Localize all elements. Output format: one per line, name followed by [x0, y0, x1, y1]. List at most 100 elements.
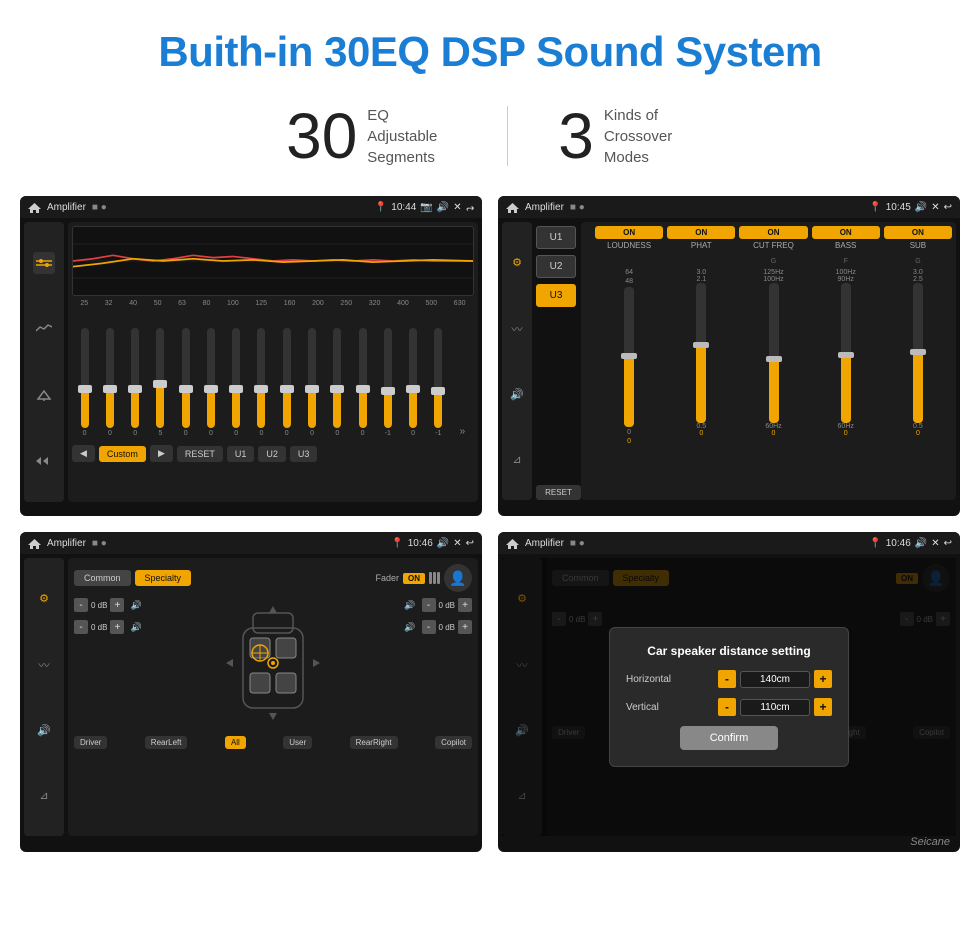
eq-slider-6[interactable]: 0 [232, 328, 240, 437]
eq-slider-4[interactable]: 0 [182, 328, 190, 437]
db-val-4: 0 dB [439, 623, 455, 632]
user-avatar-btn[interactable]: 👤 [444, 564, 472, 592]
fader-icon-4[interactable]: ⊿ [39, 789, 48, 802]
back-icon-3: ↩ [466, 538, 474, 549]
tab-buttons: Common Specialty [74, 570, 191, 586]
tab-specialty-btn[interactable]: Specialty [135, 570, 192, 586]
db-plus-4[interactable]: + [458, 620, 472, 634]
vertical-minus[interactable]: - [718, 698, 736, 716]
eq-slider-11[interactable]: 0 [359, 328, 367, 437]
tab-common-btn[interactable]: Common [74, 570, 131, 586]
fader-bars [429, 572, 440, 584]
db-minus-4[interactable]: - [422, 620, 436, 634]
custom-btn[interactable]: Custom [99, 446, 146, 462]
play-btn[interactable]: ▶ [150, 445, 173, 462]
prev-btn[interactable]: ◀ [72, 445, 95, 462]
freq-40: 40 [129, 300, 137, 307]
eq-slider-9[interactable]: 0 [308, 328, 316, 437]
horizontal-plus[interactable]: + [814, 670, 832, 688]
driver-btn[interactable]: Driver [74, 736, 107, 749]
db-plus-1[interactable]: + [110, 598, 124, 612]
cutfreq-toggle[interactable]: ON [739, 226, 807, 239]
eq-slider-7[interactable]: 0 [257, 328, 265, 437]
screen-distance: Amplifier ■ ● 📍 10:46 🔊 ✕ ↩ ⚙ 〰 🔊 ⊿ [498, 532, 960, 852]
vertical-plus[interactable]: + [814, 698, 832, 716]
eq-slider-2[interactable]: 0 [131, 328, 139, 437]
eq-slider-13[interactable]: 0 [409, 328, 417, 437]
loudness-slider[interactable] [624, 287, 634, 427]
cross-icon-2[interactable]: 〰 [512, 321, 523, 337]
eq-graph [72, 226, 474, 296]
home-icon-3 [28, 538, 41, 549]
db-plus-2[interactable]: + [110, 620, 124, 634]
loudness-toggle[interactable]: ON [595, 226, 663, 239]
bass-col: ON BASS [812, 226, 880, 254]
phat-slider[interactable] [696, 283, 706, 423]
eq-slider-1[interactable]: 0 [106, 328, 114, 437]
all-btn[interactable]: All [225, 736, 246, 749]
eq-slider-0[interactable]: 0 [81, 328, 89, 437]
cross-channels: ON LOUDNESS ON PHAT ON CUT FREQ ON BASS [581, 222, 956, 500]
back-icon-2: ↩ [944, 202, 952, 213]
eq-sidebar-icon-2[interactable] [33, 318, 55, 340]
cross-icon-3[interactable]: 🔊 [510, 388, 524, 401]
db-ctrl-4: 🔊 - 0 dB + [404, 620, 472, 634]
copilot-btn[interactable]: Copilot [435, 736, 472, 749]
loc-icon-2: 📍 [869, 202, 881, 213]
eq-slider-5[interactable]: 0 [207, 328, 215, 437]
db-ctrl-1: - 0 dB + 🔊 [74, 598, 142, 612]
u2-cross-btn[interactable]: U2 [536, 255, 576, 278]
confirm-button[interactable]: Confirm [680, 726, 779, 750]
db-plus-3[interactable]: + [458, 598, 472, 612]
eq-slider-14[interactable]: -1 [434, 328, 442, 437]
db-minus-1[interactable]: - [74, 598, 88, 612]
vol-icon-2: 🔊 [915, 202, 927, 213]
eq-slider-10[interactable]: 0 [333, 328, 341, 437]
bass-slider[interactable] [841, 283, 851, 423]
phat-toggle[interactable]: ON [667, 226, 735, 239]
eq-slider-8[interactable]: 0 [283, 328, 291, 437]
freq-50: 50 [154, 300, 162, 307]
fader-icon-2[interactable]: 〰 [39, 657, 50, 673]
cutfreq-slider[interactable] [769, 283, 779, 423]
fader-icon-1[interactable]: ⚙ [39, 592, 49, 605]
freq-125: 125 [255, 300, 267, 307]
eq-bottom-bar: ◀ Custom ▶ RESET U1 U2 U3 [72, 445, 474, 462]
freq-250: 250 [340, 300, 352, 307]
rearleft-btn[interactable]: RearLeft [145, 736, 188, 749]
eq-sidebar-icon-1[interactable] [33, 252, 55, 274]
eq-sidebar-icon-3[interactable] [33, 384, 55, 406]
u1-btn[interactable]: U1 [227, 446, 255, 462]
horizontal-minus[interactable]: - [718, 670, 736, 688]
cross-sidebar: ⚙ 〰 🔊 ⊿ [502, 222, 532, 500]
fader-icon-3[interactable]: 🔊 [37, 724, 51, 737]
sub-slider[interactable] [913, 283, 923, 423]
u3-btn[interactable]: U3 [290, 446, 318, 462]
app-name-3: Amplifier [47, 538, 86, 549]
u1-cross-btn[interactable]: U1 [536, 226, 576, 249]
eq-slider-12[interactable]: -1 [384, 328, 392, 437]
bass-toggle[interactable]: ON [812, 226, 880, 239]
eq-sidebar-icon-4[interactable] [33, 450, 55, 472]
cross-icon-1[interactable]: ⚙ [512, 256, 522, 269]
cross-icon-4[interactable]: ⊿ [512, 453, 521, 466]
u2-btn[interactable]: U2 [258, 446, 286, 462]
db-minus-2[interactable]: - [74, 620, 88, 634]
eq-number: 30 [286, 104, 357, 168]
rearright-btn[interactable]: RearRight [350, 736, 398, 749]
sub-toggle[interactable]: ON [884, 226, 952, 239]
eq-slider-3[interactable]: 5 [156, 328, 164, 437]
loc-icon-4: 📍 [869, 538, 881, 549]
db-minus-3[interactable]: - [422, 598, 436, 612]
reset-btn[interactable]: RESET [177, 446, 223, 462]
user-btn[interactable]: User [283, 736, 312, 749]
phat-col: ON PHAT [667, 226, 735, 254]
screen-crossover: Amplifier ■ ● 📍 10:45 🔊 ✕ ↩ ⚙ 〰 🔊 ⊿ U1 [498, 196, 960, 516]
reset-cross-btn[interactable]: RESET [536, 485, 581, 500]
speaker-icon-l1: 🔊 [130, 600, 141, 611]
u3-cross-btn[interactable]: U3 [536, 284, 576, 307]
bar2 [433, 572, 436, 584]
car-diagram-wrap [150, 598, 397, 728]
scroll-right[interactable]: » [460, 426, 466, 437]
vol-icon-3: 🔊 [437, 538, 449, 549]
